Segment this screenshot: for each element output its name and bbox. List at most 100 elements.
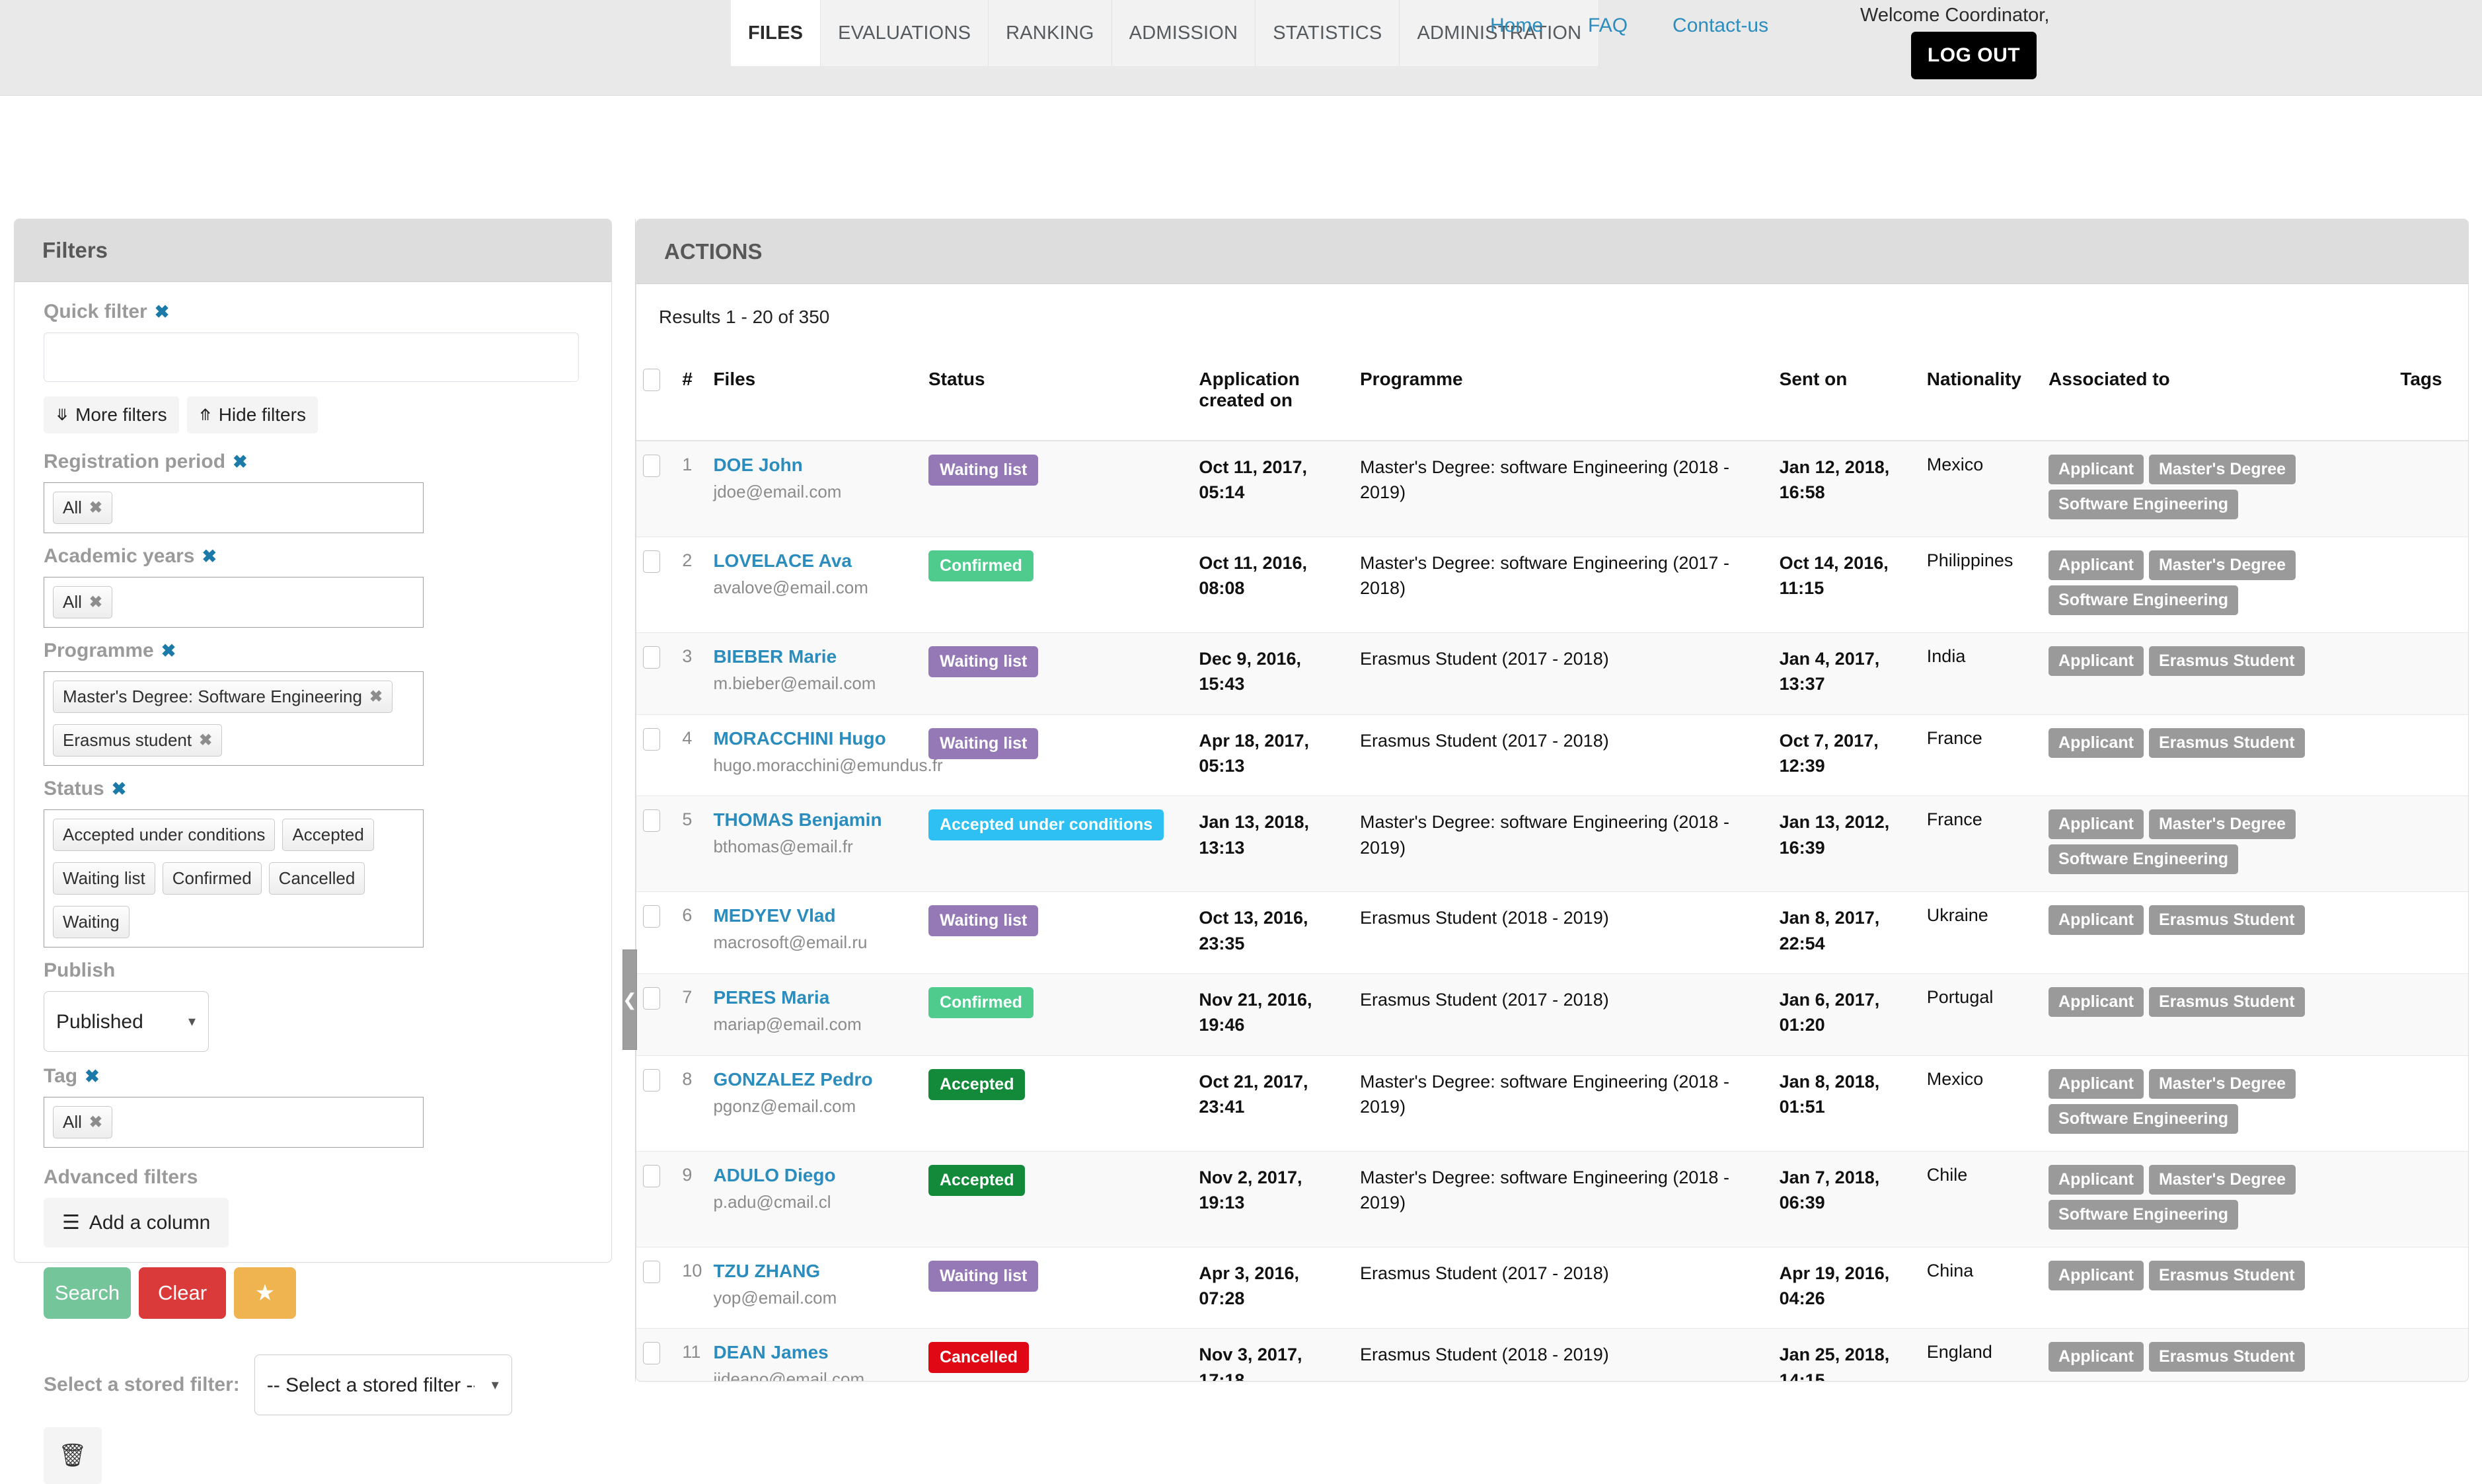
applicant-name-link[interactable]: LOVELACE Ava	[713, 550, 915, 572]
table-row[interactable]: 10 TZU ZHANG yop@email.com Waiting list Apr …	[636, 1247, 2468, 1329]
column-header-nationality[interactable]: Nationality	[1920, 359, 2043, 441]
row-checkbox[interactable]	[643, 986, 660, 1010]
associated-tag[interactable]: Applicant	[2049, 1342, 2144, 1372]
applicant-name-link[interactable]: ADULO Diego	[713, 1165, 915, 1186]
table-row[interactable]: 5 THOMAS Benjamin bthomas@email.fr Accepted…	[636, 796, 2468, 893]
nav-tab-evaluations[interactable]: EVALUATIONS	[821, 0, 989, 66]
nav-tab-files[interactable]: FILES	[731, 0, 821, 66]
associated-tag[interactable]: Software Engineering	[2049, 490, 2239, 519]
associated-tag[interactable]: Applicant	[2049, 1068, 2144, 1099]
row-checkbox[interactable]	[643, 1342, 660, 1365]
associated-tag[interactable]: Erasmus Student	[2148, 986, 2305, 1017]
row-checkbox[interactable]	[643, 550, 660, 573]
table-row[interactable]: 2 LOVELACE Ava avalove@email.com Confirmed O…	[636, 537, 2468, 633]
associated-tag[interactable]: Master's Degree	[2148, 809, 2296, 840]
associated-tag[interactable]: Applicant	[2049, 809, 2144, 840]
associated-tag[interactable]: Master's Degree	[2148, 550, 2296, 580]
chip-remove-icon[interactable]: ✖	[369, 687, 383, 706]
associated-tag[interactable]: Software Engineering	[2049, 585, 2239, 615]
programme-chip[interactable]: Erasmus student ✖	[53, 724, 223, 757]
row-checkbox[interactable]	[643, 1260, 660, 1283]
table-row[interactable]: 3 BIEBER Marie m.bieber@email.com Waiting l…	[636, 632, 2468, 715]
status-chipbox[interactable]: Accepted under conditions Accepted Waiting…	[44, 809, 424, 947]
column-header-programme[interactable]: Programme	[1353, 359, 1773, 441]
row-checkbox[interactable]	[643, 905, 660, 928]
delete-stored-filter-button[interactable]: 🗑	[44, 1427, 102, 1484]
util-link-home[interactable]: Home	[1490, 15, 1543, 37]
associated-tag[interactable]: Master's Degree	[2148, 455, 2296, 484]
associated-tag[interactable]: Applicant	[2049, 646, 2144, 676]
table-row[interactable]: 8 GONZALEZ Pedro pgonz@email.com Accepted Oc…	[636, 1055, 2468, 1152]
programme-chip[interactable]: Master's Degree: Software Engineering ✖	[53, 681, 393, 713]
associated-tag[interactable]: Erasmus Student	[2148, 1342, 2305, 1372]
tag-chip[interactable]: All ✖	[53, 1106, 113, 1138]
associated-tag[interactable]: Applicant	[2049, 1260, 2144, 1290]
logout-button[interactable]: LOG OUT	[1911, 32, 2037, 79]
status-chip[interactable]: Waiting list	[53, 862, 155, 895]
tag-chipbox[interactable]: All ✖	[44, 1097, 424, 1148]
column-header-sent-on[interactable]: Sent on	[1772, 359, 1920, 441]
status-chip[interactable]: Accepted	[282, 819, 374, 851]
more-filters-button[interactable]: ⤋ More filters	[44, 396, 179, 433]
column-header-num[interactable]: #	[675, 359, 707, 441]
quick-filter-clear-icon[interactable]: ✖	[155, 303, 170, 321]
registration-period-chip[interactable]: All ✖	[53, 492, 113, 524]
associated-tag[interactable]: Software Engineering	[2049, 844, 2239, 875]
associated-tag[interactable]: Applicant	[2049, 550, 2144, 580]
column-header-tags[interactable]: Tags	[2393, 359, 2468, 441]
applicant-name-link[interactable]: MEDYEV Vlad	[713, 905, 915, 926]
row-checkbox[interactable]	[643, 727, 660, 751]
table-row[interactable]: 4 MORACCHINI Hugo hugo.moracchini@emundus.…	[636, 714, 2468, 797]
clear-button[interactable]: Clear	[139, 1267, 226, 1319]
table-row[interactable]: 11 DEAN James jjdeano@email.com Cancelled No…	[636, 1328, 2468, 1381]
associated-tag[interactable]: Software Engineering	[2049, 1199, 2239, 1230]
associated-tag[interactable]: Erasmus Student	[2148, 727, 2305, 758]
applicant-name-link[interactable]: DEAN James	[713, 1342, 915, 1363]
hide-filters-button[interactable]: ⤊ Hide filters	[186, 396, 318, 433]
status-chip[interactable]: Accepted under conditions	[53, 819, 276, 851]
status-chip[interactable]: Waiting	[53, 906, 130, 938]
associated-tag[interactable]: Applicant	[2049, 1164, 2144, 1195]
add-column-button[interactable]: ☰ Add a column	[44, 1198, 229, 1247]
row-checkbox[interactable]	[643, 455, 660, 477]
util-link-contact-us[interactable]: Contact-us	[1673, 15, 1768, 37]
applicant-name-link[interactable]: THOMAS Benjamin	[713, 809, 915, 831]
row-checkbox[interactable]	[643, 646, 660, 669]
applicant-name-link[interactable]: TZU ZHANG	[713, 1261, 915, 1282]
status-chip[interactable]: Confirmed	[162, 862, 262, 895]
associated-tag[interactable]: Applicant	[2049, 905, 2144, 936]
select-all-checkbox[interactable]	[643, 369, 660, 391]
chip-remove-icon[interactable]: ✖	[89, 498, 102, 517]
quick-filter-input[interactable]	[44, 332, 579, 382]
associated-tag[interactable]: Erasmus Student	[2148, 1260, 2305, 1290]
column-header-status[interactable]: Status	[921, 359, 1193, 441]
table-row[interactable]: 7 PERES Maria mariap@email.com Confirmed Nov…	[636, 973, 2468, 1056]
nav-tab-admission[interactable]: ADMISSION	[1111, 0, 1256, 66]
chip-remove-icon[interactable]: ✖	[89, 593, 102, 612]
academic-years-clear-icon[interactable]: ✖	[202, 547, 217, 566]
row-checkbox[interactable]	[643, 809, 660, 833]
nav-tab-statistics[interactable]: STATISTICS	[1256, 0, 1400, 66]
column-header-application-created-on[interactable]: Application created on	[1192, 359, 1353, 441]
stored-filter-select[interactable]: -- Select a stored filter --	[254, 1354, 512, 1415]
column-header-files[interactable]: Files	[706, 359, 922, 441]
search-button[interactable]: Search	[44, 1267, 131, 1319]
associated-tag[interactable]: Master's Degree	[2148, 1068, 2296, 1099]
util-link-faq[interactable]: FAQ	[1588, 15, 1628, 37]
row-checkbox[interactable]	[643, 1164, 660, 1187]
applicant-name-link[interactable]: MORACCHINI Hugo	[713, 728, 915, 749]
associated-tag[interactable]: Erasmus Student	[2148, 646, 2305, 676]
associated-tag[interactable]: Master's Degree	[2148, 1164, 2296, 1195]
table-row[interactable]: 6 MEDYEV Vlad macrosoft@email.ru Waiting li…	[636, 891, 2468, 974]
applicant-name-link[interactable]: GONZALEZ Pedro	[713, 1069, 915, 1090]
academic-years-chipbox[interactable]: All ✖	[44, 577, 424, 628]
associated-tag[interactable]: Applicant	[2049, 727, 2144, 758]
programme-chipbox[interactable]: Master's Degree: Software Engineering ✖ Er…	[44, 671, 424, 766]
table-row[interactable]: 9 ADULO Diego p.adu@cmail.cl Accepted Nov 2,…	[636, 1151, 2468, 1247]
row-checkbox[interactable]	[643, 1068, 660, 1092]
registration-period-chipbox[interactable]: All ✖	[44, 482, 424, 533]
column-header-associated-to[interactable]: Associated to	[2042, 359, 2394, 441]
status-chip[interactable]: Cancelled	[268, 862, 365, 895]
associated-tag[interactable]: Applicant	[2049, 455, 2144, 484]
associated-tag[interactable]: Erasmus Student	[2148, 905, 2305, 936]
